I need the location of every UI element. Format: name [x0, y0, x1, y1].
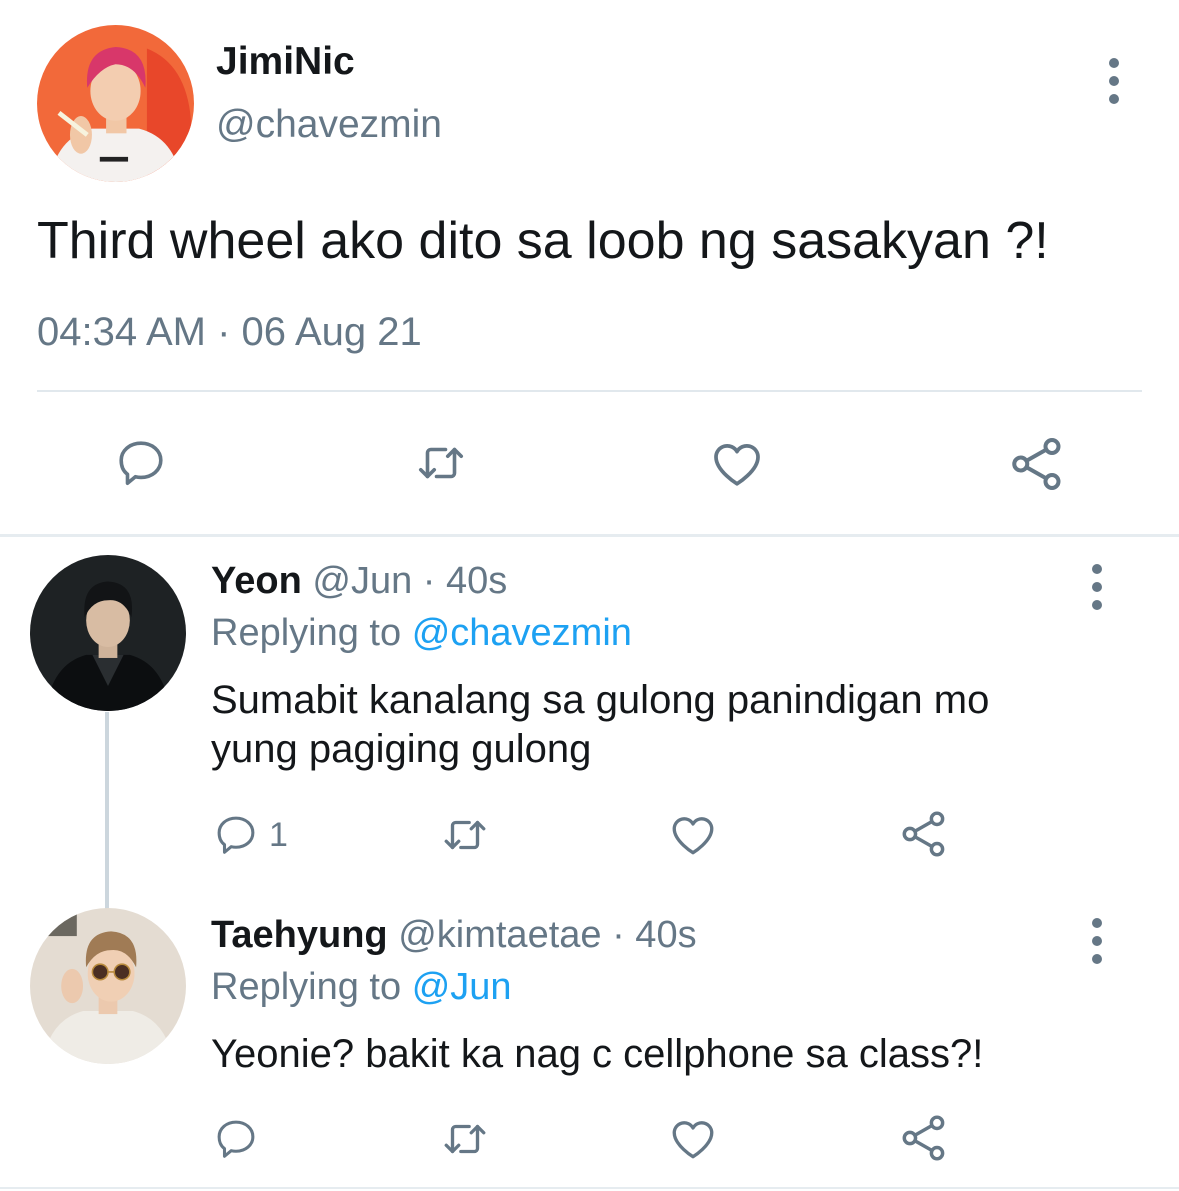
main-timestamp[interactable]: 04:34 AM · 06 Aug 21 — [37, 310, 422, 355]
main-tweet-text: Third wheel ako dito sa loob ng sasakyan… — [37, 212, 1049, 270]
main-avatar[interactable] — [37, 25, 194, 182]
reply-1-time: · 40s — [422, 560, 508, 602]
reply-1-more-options-icon[interactable] — [1087, 564, 1107, 610]
section-divider — [0, 534, 1179, 537]
reply-2-header: Taehyung @kimtaetae · 40s — [211, 914, 697, 957]
reply-1-replying-to: Replying to @chavezmin — [211, 612, 632, 655]
reply-1-replying-handle[interactable]: @chavezmin — [412, 612, 632, 654]
reply-1-reply-count: 1 — [269, 815, 288, 854]
retweet-icon — [418, 447, 464, 479]
reply-2-replying-to: Replying to @Jun — [211, 966, 512, 1009]
reply-2-handle[interactable]: @kimtaetae — [398, 914, 601, 956]
reply-1-display-name[interactable]: Yeon — [211, 560, 302, 602]
reply-1-like-button[interactable] — [667, 810, 719, 860]
main-retweet-button[interactable] — [410, 436, 472, 490]
reply-2-replying-prefix: Replying to — [211, 966, 402, 1008]
main-more-options-icon[interactable] — [1104, 58, 1124, 104]
thread-connector-line — [105, 712, 109, 910]
bottom-divider — [0, 1187, 1179, 1189]
reply-1-text-line-1: Sumabit kanalang sa gulong panindigan mo — [211, 678, 990, 722]
reply-2-display-name[interactable]: Taehyung — [211, 914, 388, 956]
reply-2-retweet-button[interactable] — [438, 1114, 492, 1164]
reply-1-handle[interactable]: @Jun — [312, 560, 412, 602]
reply-2-avatar-image — [30, 908, 186, 1064]
main-avatar-image — [37, 25, 194, 182]
reply-2-time: · 40s — [612, 914, 697, 956]
like-icon — [672, 817, 714, 855]
reply-1-reply-button[interactable]: 1 — [213, 812, 288, 858]
share-icon — [902, 811, 945, 857]
retweet-icon — [444, 1124, 486, 1154]
main-reply-button[interactable] — [113, 436, 169, 490]
reply-2-text: Yeonie? bakit ka nag c cellphone sa clas… — [211, 1032, 984, 1076]
reply-icon — [217, 1120, 255, 1158]
reply-1-text-line-2: yung pagiging gulong — [211, 727, 592, 771]
like-icon — [714, 444, 760, 486]
reply-1-avatar[interactable] — [30, 555, 186, 711]
main-like-button[interactable] — [707, 436, 767, 492]
retweet-icon — [444, 820, 486, 850]
reply-1-share-button[interactable] — [898, 808, 950, 860]
reply-2-reply-button[interactable] — [213, 1116, 259, 1162]
reply-icon — [217, 816, 255, 854]
reply-2-like-button[interactable] — [667, 1114, 719, 1164]
main-display-name[interactable]: JimiNic — [216, 40, 355, 84]
reply-1-retweet-button[interactable] — [438, 810, 492, 860]
reply-icon — [119, 441, 163, 486]
reply-1-avatar-image — [30, 555, 186, 711]
reply-1-replying-prefix: Replying to — [211, 612, 402, 654]
main-handle[interactable]: @chavezmin — [216, 103, 442, 147]
share-icon — [1012, 438, 1061, 490]
reply-2-replying-handle[interactable]: @Jun — [412, 966, 512, 1008]
main-share-button[interactable] — [1007, 434, 1067, 494]
like-icon — [672, 1121, 714, 1159]
share-icon — [902, 1115, 945, 1161]
reply-2-more-options-icon[interactable] — [1087, 918, 1107, 964]
reply-2-avatar[interactable] — [30, 908, 186, 1064]
reply-1-header: Yeon @Jun · 40s — [211, 560, 507, 603]
reply-2-share-button[interactable] — [898, 1112, 950, 1164]
main-divider — [37, 390, 1142, 392]
